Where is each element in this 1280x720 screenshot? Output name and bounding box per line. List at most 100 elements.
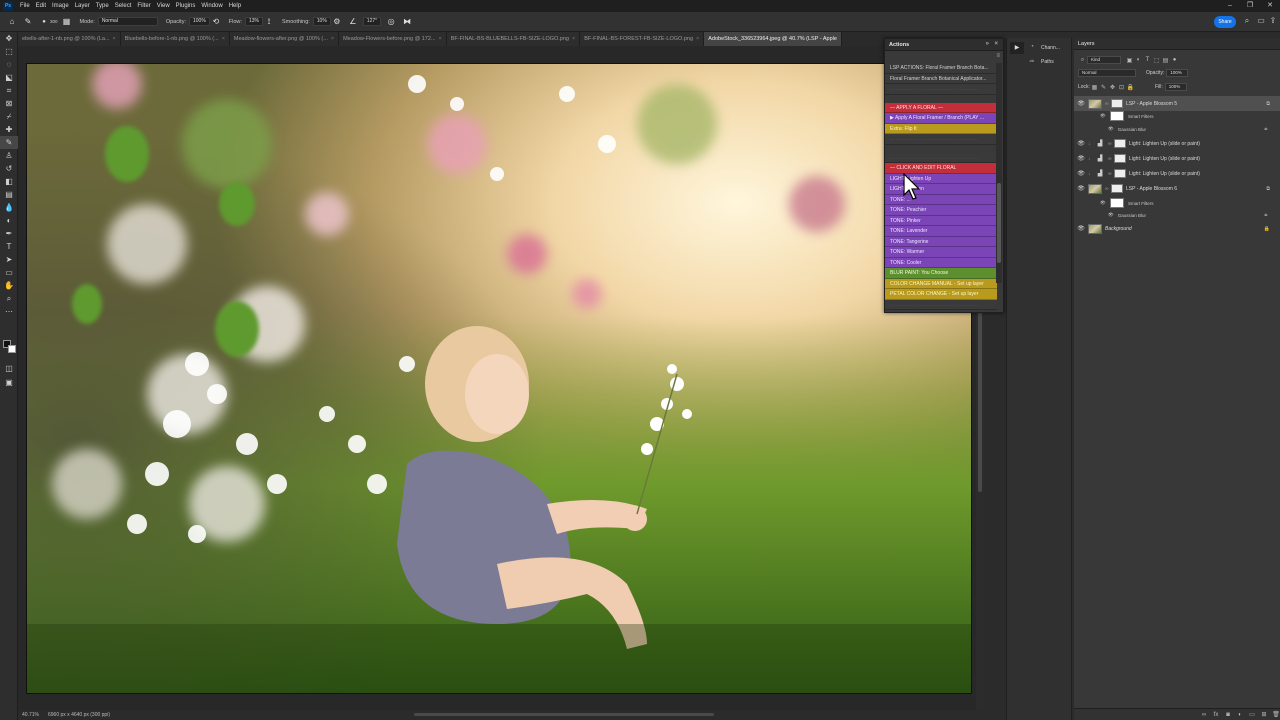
- path-select-tool-icon[interactable]: ➤: [0, 253, 18, 266]
- zoom-tool-icon[interactable]: ⌕: [0, 292, 18, 305]
- dodge-tool-icon[interactable]: ◐: [0, 214, 18, 227]
- action-item[interactable]: TONE: Warmer: [885, 247, 997, 258]
- menu-image[interactable]: Image: [49, 3, 72, 9]
- screen-mode-icon[interactable]: ▣: [0, 376, 18, 389]
- clone-stamp-tool-icon[interactable]: ♙: [0, 149, 18, 162]
- type-tool-icon[interactable]: T: [0, 240, 18, 253]
- trash-icon[interactable]: 🗑: [1272, 711, 1280, 719]
- menu-filter[interactable]: Filter: [134, 3, 153, 9]
- symmetry-icon[interactable]: ⧓: [401, 16, 413, 28]
- layers-tab[interactable]: Layers: [1078, 41, 1095, 47]
- layer-name[interactable]: LSP - Apple Blossom 6: [1126, 186, 1177, 192]
- layer-name[interactable]: Light: Lighten Up (slide or paint): [1129, 156, 1200, 162]
- action-item[interactable]: BLUR PAINT: You Choose: [885, 268, 997, 279]
- history-brush-tool-icon[interactable]: ↺: [0, 162, 18, 175]
- adjustment-layer-icon[interactable]: ◐: [1236, 711, 1244, 719]
- color-swatches[interactable]: [3, 340, 17, 354]
- layer-name[interactable]: Background: [1105, 226, 1132, 232]
- menu-view[interactable]: View: [154, 3, 173, 9]
- actions-panel-title[interactable]: Actions: [889, 42, 909, 48]
- layer-row[interactable]: 👁 ↓ ▟ ∞ Light: Lighten Up (slide or pain…: [1074, 166, 1280, 181]
- action-item[interactable]: TONE: ...: [885, 194, 997, 205]
- close-tab-icon[interactable]: ×: [331, 36, 334, 42]
- menu-plugins[interactable]: Plugins: [173, 3, 199, 9]
- mode-select[interactable]: Normal: [97, 17, 158, 26]
- type-filter-icon[interactable]: T: [1143, 57, 1152, 63]
- crop-tool-icon[interactable]: ⌗: [0, 84, 18, 97]
- airbrush-icon[interactable]: ⟟: [263, 16, 275, 28]
- gaussian-blur-row[interactable]: 👁 Gaussian Blur ≑: [1108, 212, 1268, 218]
- smart-object-filter-icon[interactable]: ▤: [1161, 57, 1170, 64]
- home-icon[interactable]: ⌂: [6, 16, 18, 28]
- visibility-eye-icon[interactable]: 👁: [1100, 200, 1110, 206]
- brush-tool-icon[interactable]: ✎: [22, 16, 34, 28]
- document-dimensions[interactable]: 6960 px x 4640 px (300 ppi): [48, 712, 168, 718]
- smart-filters-row[interactable]: 👁 Smart Filters: [1100, 111, 1154, 121]
- action-item[interactable]: Extra: Flip It: [885, 123, 997, 134]
- close-tab-icon[interactable]: ×: [222, 36, 225, 42]
- action-item[interactable]: LIGHT: Lighten Up: [885, 173, 997, 184]
- action-item[interactable]: LSP ACTIONS: Floral Framer Branch Bota..…: [885, 63, 997, 74]
- close-tab-icon[interactable]: ×: [438, 36, 441, 42]
- frame-tool-icon[interactable]: ⊠: [0, 97, 18, 110]
- action-item[interactable]: PETAL COLOR CHANGE - Set up layer: [885, 289, 997, 300]
- visibility-eye-icon[interactable]: 👁: [1074, 225, 1088, 232]
- tab-document[interactable]: BF-FINAL-BS-FOREST-FB-SIZE-LOGO.png ×: [580, 32, 705, 46]
- close-icon[interactable]: ✕: [1260, 0, 1280, 12]
- action-item[interactable]: ▶ Apply A Floral Framer / Branch (PLAY .…: [885, 113, 997, 124]
- filter-mask-thumbnail[interactable]: [1110, 111, 1124, 121]
- visibility-eye-icon[interactable]: 👁: [1100, 113, 1110, 119]
- layer-row-background[interactable]: 👁 Background 🔒: [1074, 221, 1280, 236]
- action-item[interactable]: — APPLY A FLORAL —: [885, 102, 997, 113]
- move-tool-icon[interactable]: ✥: [0, 32, 18, 45]
- tab-document[interactable]: Meadow-flowers-after.png @ 100% (... ×: [229, 32, 340, 46]
- add-mask-icon[interactable]: ◙: [1224, 711, 1232, 719]
- group-icon[interactable]: ▭: [1248, 711, 1256, 719]
- brush-settings-icon[interactable]: ▦: [61, 16, 73, 28]
- visibility-eye-icon[interactable]: 👁: [1108, 212, 1114, 218]
- blend-mode-select[interactable]: Normal: [1078, 69, 1136, 77]
- smoothing-settings-gear-icon[interactable]: ⚙: [331, 16, 343, 28]
- visibility-eye-icon[interactable]: 👁: [1074, 155, 1088, 162]
- hand-tool-icon[interactable]: ✋: [0, 279, 18, 292]
- pressure-opacity-icon[interactable]: ⟲: [210, 16, 222, 28]
- action-item[interactable]: TONE: Peachier: [885, 205, 997, 216]
- menu-help[interactable]: Help: [226, 3, 244, 9]
- tab-document[interactable]: Bluebells-before-1-nb.png @ 100% (... ×: [120, 32, 230, 46]
- action-item[interactable]: TONE: Cooler: [885, 257, 997, 268]
- visibility-eye-icon[interactable]: 👁: [1074, 100, 1088, 107]
- link-layers-icon[interactable]: ∞: [1200, 711, 1208, 719]
- lock-transparent-icon[interactable]: ▦: [1090, 84, 1099, 91]
- layer-row[interactable]: 👁 ↓ ▟ ∞ Light: Lighten Up (slide or pain…: [1074, 136, 1280, 151]
- object-select-tool-icon[interactable]: ⬕: [0, 71, 18, 84]
- menu-edit[interactable]: Edit: [33, 3, 49, 9]
- action-item[interactable]: Floral Framer Branch Botanical Applicato…: [885, 73, 997, 84]
- mask-thumbnail[interactable]: [1111, 184, 1123, 193]
- filter-options-icon[interactable]: ≑: [1264, 126, 1268, 132]
- visibility-eye-icon[interactable]: 👁: [1074, 140, 1088, 147]
- eraser-tool-icon[interactable]: ◧: [0, 175, 18, 188]
- menu-file[interactable]: File: [17, 3, 33, 9]
- action-item[interactable]: LIGHT: ...Down: [885, 184, 997, 195]
- menu-type[interactable]: Type: [93, 3, 112, 9]
- channels-panel-button[interactable]: ◔ Chann...: [1027, 44, 1060, 52]
- tab-document[interactable]: Meadow-Flowers-before.png @ 172... ×: [339, 32, 447, 46]
- filter-toggle-icon[interactable]: ●: [1170, 57, 1179, 63]
- menu-layer[interactable]: Layer: [72, 3, 93, 9]
- share-button[interactable]: Share: [1214, 16, 1236, 28]
- pressure-size-icon[interactable]: ◎: [385, 16, 397, 28]
- layer-row[interactable]: 👁 ∞ LSP - Apple Blossom 5 ⧉: [1074, 96, 1280, 111]
- visibility-eye-icon[interactable]: 👁: [1108, 126, 1114, 132]
- close-tab-icon[interactable]: ×: [696, 36, 699, 42]
- layer-name[interactable]: LSP - Apple Blossom 5: [1126, 101, 1177, 107]
- pen-tool-icon[interactable]: ✒: [0, 227, 18, 240]
- tab-document[interactable]: BF-FINAL-BS-BLUEBELLS-FB-SIZE-LOGO.png ×: [446, 32, 581, 46]
- adjustment-filter-icon[interactable]: ◐: [1134, 57, 1143, 63]
- lock-image-icon[interactable]: ✎: [1099, 84, 1108, 91]
- visibility-eye-icon[interactable]: 👁: [1074, 185, 1088, 192]
- tab-document-active[interactable]: AdobeStock_336523964.jpeg @ 40.7% (LSP -…: [704, 32, 842, 46]
- healing-tool-icon[interactable]: ✚: [0, 123, 18, 136]
- flow-field[interactable]: 13%: [244, 17, 263, 26]
- brush-tool-icon[interactable]: ✎: [0, 136, 18, 149]
- marquee-tool-icon[interactable]: ⬚: [0, 45, 18, 58]
